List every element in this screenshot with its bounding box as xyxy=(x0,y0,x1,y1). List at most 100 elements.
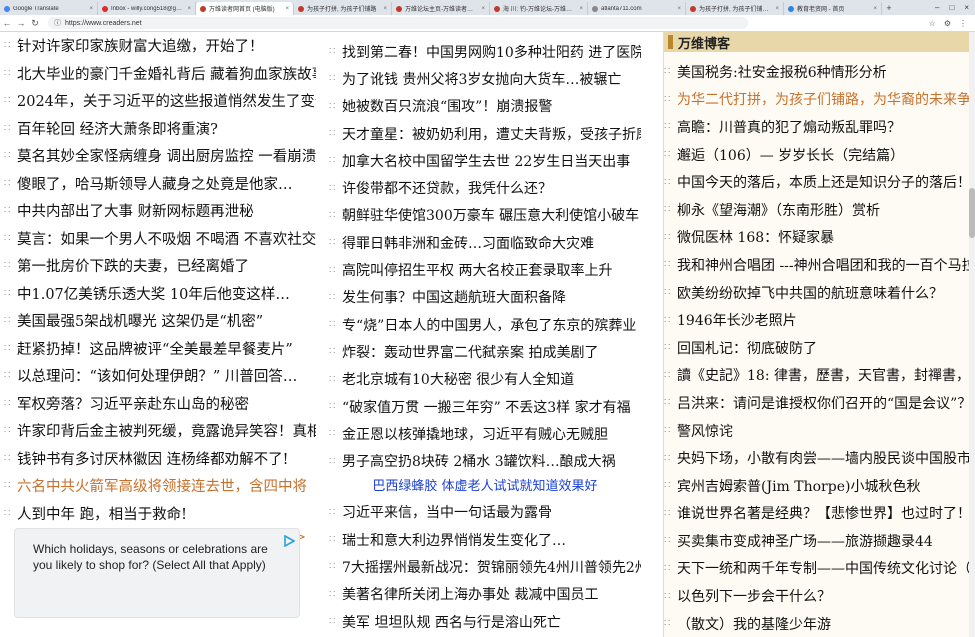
tab-close-icon[interactable]: × xyxy=(282,6,289,12)
headline-item[interactable]: ∷ 男子高空扔8块砖 2桶水 3罐饮料…酿成大祸 xyxy=(329,447,641,474)
browser-tab[interactable]: 万维读者网首页 (电脑版) × xyxy=(196,2,294,15)
headline-link[interactable]: 六名中共火箭军高级将领接连去世，含四中将 xyxy=(17,475,307,496)
close-window-icon[interactable]: × xyxy=(964,3,969,12)
tab-close-icon[interactable]: × xyxy=(576,6,583,12)
tab-close-icon[interactable]: × xyxy=(86,6,93,12)
extensions-icon[interactable]: ⚙ xyxy=(944,19,951,28)
headline-link[interactable]: 军权旁落？习近平亲赴东山岛的秘密 xyxy=(17,393,249,414)
browser-tab[interactable]: 万维论坛主页-万维读者网 (电脑)× xyxy=(392,2,490,15)
headline-link[interactable]: 央妈下场，小散有肉尝——墙内股民谈中国股市之 xyxy=(677,448,970,468)
headline-link[interactable]: 中共内部出了大事 财新网标题再泄秘 xyxy=(17,200,254,221)
reload-icon[interactable]: ↻ xyxy=(28,18,42,29)
headline-item[interactable]: ∷ 中1.07亿美锈乐透大奖 10年后他变这样… xyxy=(4,280,316,308)
headline-item[interactable]: ∷ 高院叫停招生平权 两大名校正套录取率上升 xyxy=(329,256,641,283)
headline-link[interactable]: 北大毕业的豪门千金婚礼背后 藏着狗血家族故事 xyxy=(17,63,316,84)
headline-link[interactable]: “破家值万贯 一搬三年穷” 不丢这3样 家才有福 xyxy=(342,397,631,417)
headline-item[interactable]: ∷ 吕洪来：请问是谁授权你们召开的“国是会议”？ xyxy=(664,389,970,417)
tab-close-icon[interactable]: × xyxy=(184,6,191,12)
headline-item[interactable]: ∷ 许家印背后金主被判死缓，竟露诡异笑容！真相… xyxy=(4,417,316,445)
headline-link[interactable]: （散文）我的基隆少年游 xyxy=(677,614,831,634)
headline-link[interactable]: 买卖集市变成神圣广场——旅游撷趣录44 xyxy=(677,531,933,551)
tab-close-icon[interactable]: × xyxy=(674,6,681,12)
headline-item[interactable]: ∷ 莫言：如果一个男人不吸烟 不喝酒 不喜欢社交… xyxy=(4,225,316,253)
headline-link[interactable]: 她被数百只流浪“围攻”！崩溃报警 xyxy=(342,96,552,116)
headline-item[interactable]: ∷ 美国税务:社安金报税6种情形分析 xyxy=(664,58,970,86)
headline-link[interactable]: 加拿大名校中国留学生去世 22岁生日当天出事 xyxy=(342,151,630,171)
headline-item[interactable]: ∷ 百年轮回 经济大萧条即将重演? xyxy=(4,115,316,143)
browser-tab[interactable]: 为孩子打拼, 为孩子们铺路 × xyxy=(294,2,392,15)
headline-item[interactable]: ∷ 欧美纷纷砍掉飞中共国的航班意味着什么？ xyxy=(664,279,970,307)
headline-link[interactable]: 高院叫停招生平权 两大名校正套录取率上升 xyxy=(342,260,612,280)
headline-link[interactable]: 赶紧扔掉！这品牌被评“全美最差早餐麦片” xyxy=(17,338,293,359)
headline-link[interactable]: 我和神州合唱团 ---神州合唱团和我的一百个马拉 xyxy=(677,255,970,275)
headline-item[interactable]: ∷ 人到中年 跑，相当于救命! xyxy=(4,500,316,528)
headline-item[interactable]: ∷ 朝鲜驻华使馆300万豪车 碾压意大利使馆小破车 xyxy=(329,202,641,229)
headline-link[interactable]: 天才童星：被奶奶利用，遭丈夫背叛，受孩子折磨 xyxy=(342,124,641,144)
scrollbar-thumb[interactable] xyxy=(969,188,975,238)
headline-item[interactable]: ∷ 1946年长沙老照片 xyxy=(664,306,970,334)
headline-link[interactable]: 1946年长沙老照片 xyxy=(677,310,797,330)
headline-link[interactable]: 针对许家印家族财富大追缴，开始了！ xyxy=(17,35,264,56)
minimize-icon[interactable]: – xyxy=(935,3,939,12)
headline-item[interactable]: ∷ 得罪日韩非洲和金砖…习面临致命大灾难 xyxy=(329,229,641,256)
headline-item[interactable]: ∷ 高瞻：川普真的犯了煽动叛乱罪吗？ xyxy=(664,113,970,141)
headline-item[interactable]: ∷ 军权旁落？习近平亲赴东山岛的秘密 xyxy=(4,390,316,418)
headline-link[interactable]: 欧美纷纷砍掉飞中共国的航班意味着什么？ xyxy=(677,283,943,303)
headline-link[interactable]: 百年轮回 经济大萧条即将重演? xyxy=(17,118,218,139)
headline-item[interactable]: ∷ 傻眼了，哈马斯领导人藏身之处竟是他家… xyxy=(4,170,316,198)
forward-icon[interactable]: → xyxy=(14,18,28,28)
browser-tab[interactable]: 海 川: 钓-万维论坛-万维读者网 × xyxy=(490,2,588,15)
tab-close-icon[interactable]: × xyxy=(478,6,485,12)
tab-close-icon[interactable]: × xyxy=(772,6,779,12)
headline-item[interactable]: ∷ 回国札记：彻底破防了 xyxy=(664,334,970,362)
headline-link[interactable]: 男子高空扔8块砖 2桶水 3罐饮料…酿成大祸 xyxy=(342,451,616,471)
headline-link[interactable]: 微侃医林 168：怀疑家暴 xyxy=(677,227,834,247)
headline-item[interactable]: ∷ 警风惊诧 xyxy=(664,417,970,445)
headline-item[interactable]: ∷ 柳永《望海潮》（东南形胜）赏析 xyxy=(664,196,970,224)
headline-item[interactable]: ∷ 讀《史記》18: 律書，歷書，天官書，封禪書，河 xyxy=(664,362,970,390)
bookmark-star-icon[interactable]: ☆ xyxy=(929,19,936,28)
headline-link[interactable]: 天下一统和两千年专制——中国传统文化讨论（9 xyxy=(677,558,970,578)
headline-link[interactable]: 美军 坦坦队规 西名与行是溶山死亡 xyxy=(342,612,561,632)
page-scrollbar[interactable] xyxy=(969,32,975,637)
headline-link[interactable]: 专“烧”日本人的中国男人，承包了东京的殡葬业 xyxy=(342,315,636,335)
browser-tab[interactable]: atlanta711.com × xyxy=(588,2,686,15)
headline-item[interactable]: ∷ 为了讹钱 贵州父将3岁女抛向大货车…被辗亡 xyxy=(329,65,641,92)
headline-link[interactable]: 回国札记：彻底破防了 xyxy=(677,338,817,358)
browser-tab[interactable]: Inbox - willy.cong518@gmail.com× xyxy=(98,2,196,15)
headline-link[interactable]: 老北京城有10大秘密 很少有人全知道 xyxy=(342,369,574,389)
headline-link[interactable]: 许俊带都不还贷款，我凭什么还？ xyxy=(342,178,552,198)
headline-link[interactable]: 第一批房价下跌的夫妻，已经离婚了 xyxy=(17,255,249,276)
tab-close-icon[interactable]: × xyxy=(870,6,877,12)
headline-link[interactable]: 瑞士和意大利边界悄悄发生变化了… xyxy=(342,530,566,550)
sponsored-link[interactable]: 巴西绿蜂胶 体虚老人试试就知道效果好 xyxy=(329,475,641,499)
headline-item[interactable]: ∷ 加拿大名校中国留学生去世 22岁生日当天出事 xyxy=(329,147,641,174)
ad-choices-icon[interactable] xyxy=(283,535,295,547)
headline-item[interactable]: ∷ 六名中共火箭军高级将领接连去世，含四中将 xyxy=(4,472,316,500)
headline-link[interactable]: 得罪日韩非洲和金砖…习面临致命大灾难 xyxy=(342,233,594,253)
headline-link[interactable]: 2024年，关于习近平的这些报道悄然发生了变化… xyxy=(17,90,316,111)
headline-link[interactable]: 许家印背后金主被判死缓，竟露诡异笑容！真相… xyxy=(17,420,316,441)
headline-link[interactable]: 美著名律所关闭上海办事处 裁减中国员工 xyxy=(342,584,598,604)
headline-link[interactable]: 以总理问：“该如何处理伊朗？” 川普回答… xyxy=(17,365,297,386)
headline-link[interactable]: 邂逅（106）— 岁岁长长（完结篇） xyxy=(677,145,904,165)
headline-item[interactable]: ∷ 2024年，关于习近平的这些报道悄然发生了变化… xyxy=(4,87,316,115)
headline-item[interactable]: ∷ 炸裂：轰动世界富二代弑亲案 拍成美剧了 xyxy=(329,338,641,365)
headline-link[interactable]: 习近平来信，当中一句话最为露骨 xyxy=(342,502,552,522)
headline-link[interactable]: 高瞻：川普真的犯了煽动叛乱罪吗？ xyxy=(677,117,901,137)
headline-link[interactable]: 中国今天的落后，本质上还是知识分子的落后！ xyxy=(677,172,970,192)
headline-link[interactable]: 美国最强5架战机曝光 这架仍是“机密” xyxy=(17,310,263,331)
tab-close-icon[interactable]: × xyxy=(380,6,387,12)
headline-item[interactable]: ∷ 第一批房价下跌的夫妻，已经离婚了 xyxy=(4,252,316,280)
headline-link[interactable]: 为华二代打拼，为孩子们铺路，为华裔的未来争取 xyxy=(677,89,970,109)
headline-item[interactable]: ∷ 瑞士和意大利边界悄悄发生变化了… xyxy=(329,526,641,553)
headline-item[interactable]: ∷ 专“烧”日本人的中国男人，承包了东京的殡葬业 xyxy=(329,311,641,338)
headline-item[interactable]: ∷ 我和神州合唱团 ---神州合唱团和我的一百个马拉 xyxy=(664,251,970,279)
headline-link[interactable]: 以色列下一步会干什么？ xyxy=(677,586,831,606)
headline-link[interactable]: 人到中年 跑，相当于救命! xyxy=(17,503,187,524)
headline-item[interactable]: ∷ 谁说世界名著是经典？【悲惨世界】也过时了！ xyxy=(664,500,970,528)
headline-item[interactable]: ∷ 以总理问：“该如何处理伊朗？” 川普回答… xyxy=(4,362,316,390)
new-tab-icon[interactable]: + xyxy=(882,3,896,13)
browser-tab[interactable]: Google Translate × xyxy=(0,2,98,15)
headline-item[interactable]: ∷ 美军 坦坦队规 西名与行是溶山死亡 xyxy=(329,608,641,635)
